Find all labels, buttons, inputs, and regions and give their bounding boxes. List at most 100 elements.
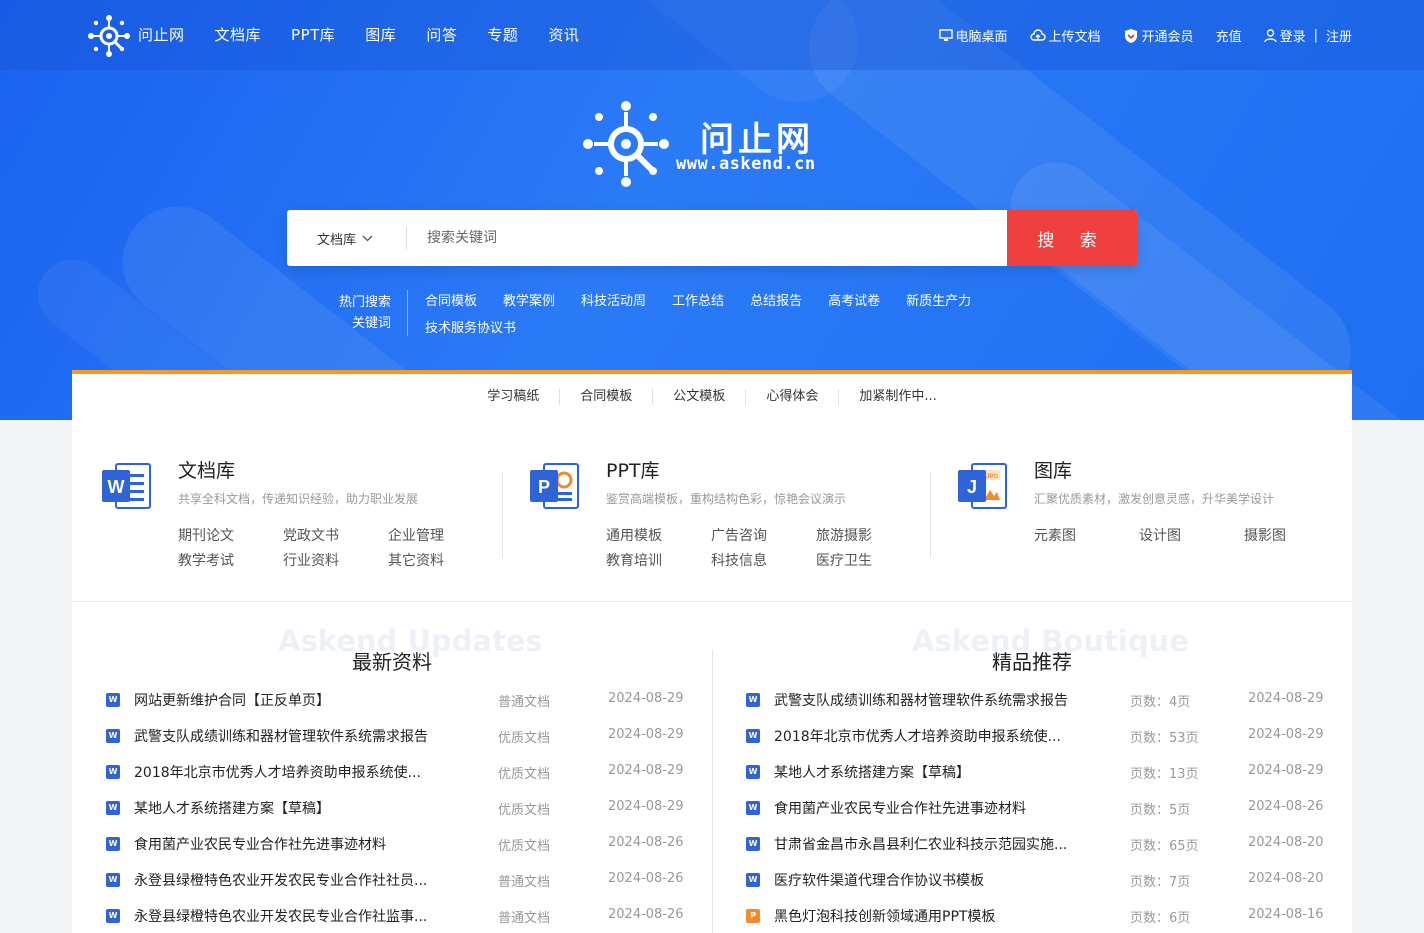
category-link[interactable]: 党政文书 xyxy=(283,524,388,549)
hot-keyword[interactable]: 工作总结 xyxy=(672,288,724,315)
list-item-kind: 优质文档 xyxy=(498,767,551,782)
document-lists: Askend Updates 最新资料 W 网站更新维护合同【正反单页】 普通文档 2… xyxy=(72,602,1352,933)
list-item-title[interactable]: 黑色灯泡科技创新领域通用PPT模板 xyxy=(774,906,995,926)
nav-doc-library[interactable]: 文档库 xyxy=(215,24,262,45)
list-item[interactable]: P 黑色灯泡科技创新领域通用PPT模板 页数：6页 2024-08-16 xyxy=(746,898,1366,933)
search-scope-select[interactable]: 文档库 xyxy=(317,229,373,248)
list-item-title[interactable]: 武警支队成绩训练和器材管理软件系统需求报告 xyxy=(134,726,428,746)
list-item[interactable]: W 食用菌产业农民专业合作社先进事迹材料 页数：5页 2024-08-26 xyxy=(746,790,1366,826)
brand-logo-icon xyxy=(583,101,669,187)
category-link[interactable]: 元素图 xyxy=(1034,524,1139,549)
list-item[interactable]: W 武警支队成绩训练和器材管理软件系统需求报告 页数：4页 2024-08-29 xyxy=(746,682,1366,718)
hot-keyword[interactable]: 技术服务协议书 xyxy=(425,315,516,342)
list-item-title[interactable]: 甘肃省金昌市永昌县利仁农业科技示范园实施... xyxy=(774,834,1067,854)
list-item-title[interactable]: 食用菌产业农民专业合作社先进事迹材料 xyxy=(774,798,1026,818)
login-link[interactable]: 登录 xyxy=(1263,26,1306,45)
desktop-label: 电脑桌面 xyxy=(955,30,1008,45)
category-link[interactable]: 医疗卫生 xyxy=(816,549,921,574)
hot-keyword[interactable]: 总结报告 xyxy=(750,288,802,315)
user-icon xyxy=(1263,28,1277,42)
word-file-icon: W xyxy=(106,837,120,851)
category-link[interactable]: 行业资料 xyxy=(283,549,388,574)
list-item-title[interactable]: 永登县绿橙特色农业开发农民专业合作社监事... xyxy=(134,906,427,926)
list-item-title[interactable]: 2018年北京市优秀人才培养资助申报系统使... xyxy=(774,726,1061,746)
ppt-icon[interactable]: P xyxy=(530,460,582,512)
recharge-link[interactable]: 充值 xyxy=(1216,26,1242,45)
category-link[interactable]: 其它资料 xyxy=(388,549,493,574)
quick-tab[interactable]: 心得体会 xyxy=(746,389,840,405)
cloud-upload-icon xyxy=(1029,29,1046,41)
list-item-title[interactable]: 2018年北京市优秀人才培养资助申报系统使... xyxy=(134,762,421,782)
list-item[interactable]: W 2018年北京市优秀人才培养资助申报系统使... 页数：53页 2024-08-2… xyxy=(746,718,1366,754)
list-item-title[interactable]: 永登县绿橙特色农业开发农民专业合作社社员... xyxy=(134,870,427,890)
desktop-shortcut-link[interactable]: 电脑桌面 xyxy=(938,26,1008,45)
list-item[interactable]: W 永登县绿橙特色农业开发农民专业合作社社员... 普通文档 2024-08-26 xyxy=(106,862,726,898)
list-item[interactable]: W 网站更新维护合同【正反单页】 普通文档 2024-08-29 xyxy=(106,682,726,718)
login-label: 登录 xyxy=(1279,30,1306,45)
list-item-title[interactable]: 网站更新维护合同【正反单页】 xyxy=(134,690,330,710)
category-link[interactable]: 企业管理 xyxy=(388,524,493,549)
list-item[interactable]: W 某地人才系统搭建方案【草稿】 优质文档 2024-08-29 xyxy=(106,790,726,826)
category-link[interactable]: 摄影图 xyxy=(1244,524,1349,549)
latest-rows: W 网站更新维护合同【正反单页】 普通文档 2024-08-29 W 武警支队成绩训练和器… xyxy=(106,682,726,933)
list-item[interactable]: W 某地人才系统搭建方案【草稿】 页数：13页 2024-08-29 xyxy=(746,754,1366,790)
category-link[interactable]: 教学考试 xyxy=(178,549,283,574)
nav-news[interactable]: 资讯 xyxy=(548,24,579,45)
list-item-title[interactable]: 某地人才系统搭建方案【草稿】 xyxy=(774,762,970,782)
nav-qa[interactable]: 问答 xyxy=(426,24,457,45)
quick-tabs: 学习稿纸 合同模板 公文模板 心得体会 加紧制作中... xyxy=(72,370,1352,420)
nav-topics[interactable]: 专题 xyxy=(487,24,518,45)
quick-tab[interactable]: 学习稿纸 xyxy=(467,389,561,405)
category-link[interactable]: 教育培训 xyxy=(606,549,711,574)
category-title[interactable]: 文档库 xyxy=(178,456,235,483)
list-item[interactable]: W 食用菌产业农民专业合作社先进事迹材料 优质文档 2024-08-26 xyxy=(106,826,726,862)
category-title[interactable]: PPT库 xyxy=(606,456,660,483)
upload-doc-link[interactable]: 上传文档 xyxy=(1029,26,1101,45)
search-input[interactable] xyxy=(427,224,987,252)
svg-text:J: J xyxy=(967,477,977,497)
list-item-date: 2024-08-29 xyxy=(608,727,684,742)
hot-keyword[interactable]: 合同模板 xyxy=(425,288,477,315)
list-item-pages: 页数：4页 xyxy=(1130,695,1191,710)
hot-keyword[interactable]: 高考试卷 xyxy=(828,288,880,315)
list-item-title[interactable]: 某地人才系统搭建方案【草稿】 xyxy=(134,798,330,818)
list-item-title[interactable]: 食用菌产业农民专业合作社先进事迹材料 xyxy=(134,834,386,854)
category-link[interactable]: 设计图 xyxy=(1139,524,1244,549)
image-icon[interactable]: JPG J xyxy=(958,460,1010,512)
category-link[interactable]: 期刊论文 xyxy=(178,524,283,549)
list-item-title[interactable]: 医疗软件渠道代理合作协议书模板 xyxy=(774,870,984,890)
register-link[interactable]: 注册 xyxy=(1326,26,1352,45)
quick-tab[interactable]: 加紧制作中... xyxy=(839,389,956,405)
category-title[interactable]: 图库 xyxy=(1034,456,1072,483)
top-right-links: 电脑桌面 上传文档 开通会员 充值 登录 | 注册 xyxy=(917,26,1352,45)
quick-tab[interactable]: 合同模板 xyxy=(560,389,654,405)
main-nav: 问止网 文档库 PPT库 图库 问答 专题 资讯 xyxy=(138,24,609,45)
vip-link[interactable]: 开通会员 xyxy=(1123,26,1194,45)
category-link[interactable]: 通用模板 xyxy=(606,524,711,549)
nav-home[interactable]: 问止网 xyxy=(138,24,185,45)
nav-image-library[interactable]: 图库 xyxy=(365,24,396,45)
category-desc: 共享全科文档，传递知识经验，助力职业发展 xyxy=(178,492,419,506)
category-link[interactable]: 广告咨询 xyxy=(711,524,816,549)
hot-keyword[interactable]: 新质生产力 xyxy=(906,288,971,315)
list-item-kind: 普通文档 xyxy=(498,875,551,890)
hot-keyword[interactable]: 教学案例 xyxy=(503,288,555,315)
list-item[interactable]: W 甘肃省金昌市永昌县利仁农业科技示范园实施... 页数：65页 2024-08-20 xyxy=(746,826,1366,862)
site-logo-icon[interactable] xyxy=(86,13,132,59)
list-item-title[interactable]: 武警支队成绩训练和器材管理软件系统需求报告 xyxy=(774,690,1068,710)
ppt-file-icon: P xyxy=(746,909,760,923)
word-icon[interactable]: W xyxy=(102,460,154,512)
category-link[interactable]: 旅游摄影 xyxy=(816,524,921,549)
word-file-icon: W xyxy=(106,729,120,743)
list-item[interactable]: W 2018年北京市优秀人才培养资助申报系统使... 优质文档 2024-08-29 xyxy=(106,754,726,790)
svg-text:JPG: JPG xyxy=(986,474,998,480)
list-item[interactable]: W 武警支队成绩训练和器材管理软件系统需求报告 优质文档 2024-08-29 xyxy=(106,718,726,754)
hot-keyword[interactable]: 科技活动周 xyxy=(581,288,646,315)
list-item[interactable]: W 医疗软件渠道代理合作协议书模板 页数：7页 2024-08-20 xyxy=(746,862,1366,898)
nav-ppt-library[interactable]: PPT库 xyxy=(291,24,335,45)
search-button[interactable]: 搜 索 xyxy=(1007,210,1137,266)
category-link[interactable]: 科技信息 xyxy=(711,549,816,574)
quick-tab[interactable]: 公文模板 xyxy=(653,389,747,405)
word-file-icon: W xyxy=(746,801,760,815)
list-item[interactable]: W 永登县绿橙特色农业开发农民专业合作社监事... 普通文档 2024-08-26 xyxy=(106,898,726,933)
